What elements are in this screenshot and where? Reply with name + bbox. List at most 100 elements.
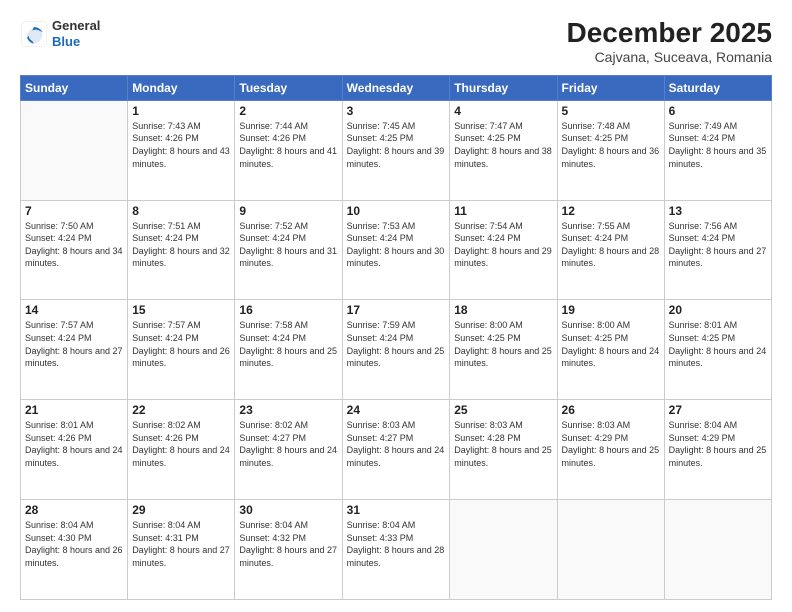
day-info-7: Sunrise: 7:50 AMSunset: 4:24 PMDaylight:… [25,220,123,270]
day-cell-3-3: 24 Sunrise: 8:03 AMSunset: 4:27 PMDayligh… [342,400,450,500]
day-number-22: 22 [132,403,230,417]
day-cell-2-5: 19 Sunrise: 8:00 AMSunset: 4:25 PMDayligh… [557,300,664,400]
week-row-2: 14 Sunrise: 7:57 AMSunset: 4:24 PMDayligh… [21,300,772,400]
day-info-20: Sunrise: 8:01 AMSunset: 4:25 PMDaylight:… [669,319,767,369]
day-cell-2-3: 17 Sunrise: 7:59 AMSunset: 4:24 PMDayligh… [342,300,450,400]
day-number-27: 27 [669,403,767,417]
day-info-19: Sunrise: 8:00 AMSunset: 4:25 PMDaylight:… [562,319,660,369]
day-number-25: 25 [454,403,552,417]
week-row-4: 28 Sunrise: 8:04 AMSunset: 4:30 PMDayligh… [21,500,772,600]
day-info-27: Sunrise: 8:04 AMSunset: 4:29 PMDaylight:… [669,419,767,469]
calendar-title: December 2025 [567,18,772,49]
day-cell-3-2: 23Sunrise: 8:02 AMSunset: 4:27 PMDayligh… [235,400,342,500]
week-row-0: 1 Sunrise: 7:43 AMSunset: 4:26 PMDaylight… [21,100,772,200]
day-cell-2-2: 16 Sunrise: 7:58 AMSunset: 4:24 PMDayligh… [235,300,342,400]
day-info-14: Sunrise: 7:57 AMSunset: 4:24 PMDaylight:… [25,319,123,369]
logo-icon [20,20,48,48]
day-cell-0-1: 1 Sunrise: 7:43 AMSunset: 4:26 PMDaylight… [128,100,235,200]
day-number-7: 7 [25,204,123,218]
week-row-1: 7 Sunrise: 7:50 AMSunset: 4:24 PMDaylight… [21,200,772,300]
day-cell-1-3: 10 Sunrise: 7:53 AMSunset: 4:24 PMDayligh… [342,200,450,300]
day-info-23: Sunrise: 8:02 AMSunset: 4:27 PMDaylight:… [239,419,337,469]
day-cell-1-5: 12Sunrise: 7:55 AMSunset: 4:24 PMDayligh… [557,200,664,300]
day-number-30: 30 [239,503,337,517]
header-friday: Friday [557,75,664,100]
day-info-28: Sunrise: 8:04 AMSunset: 4:30 PMDaylight:… [25,519,123,569]
day-number-26: 26 [562,403,660,417]
title-block: December 2025 Cajvana, Suceava, Romania [567,18,772,65]
day-number-17: 17 [347,303,446,317]
day-number-3: 3 [347,104,446,118]
day-info-21: Sunrise: 8:01 AMSunset: 4:26 PMDaylight:… [25,419,123,469]
page: General Blue December 2025 Cajvana, Suce… [0,0,792,612]
day-number-4: 4 [454,104,552,118]
day-number-13: 13 [669,204,767,218]
day-number-10: 10 [347,204,446,218]
header-monday: Monday [128,75,235,100]
day-info-17: Sunrise: 7:59 AMSunset: 4:24 PMDaylight:… [347,319,446,369]
day-info-26: Sunrise: 8:03 AMSunset: 4:29 PMDaylight:… [562,419,660,469]
day-info-25: Sunrise: 8:03 AMSunset: 4:28 PMDaylight:… [454,419,552,469]
day-cell-3-5: 26 Sunrise: 8:03 AMSunset: 4:29 PMDayligh… [557,400,664,500]
calendar-table: Sunday Monday Tuesday Wednesday Thursday… [20,75,772,600]
day-cell-0-2: 2Sunrise: 7:44 AMSunset: 4:26 PMDaylight… [235,100,342,200]
day-number-1: 1 [132,104,230,118]
day-number-6: 6 [669,104,767,118]
weekday-header-row: Sunday Monday Tuesday Wednesday Thursday… [21,75,772,100]
day-cell-3-1: 22 Sunrise: 8:02 AMSunset: 4:26 PMDayligh… [128,400,235,500]
day-number-9: 9 [239,204,337,218]
day-number-14: 14 [25,303,123,317]
day-cell-0-6: 6 Sunrise: 7:49 AMSunset: 4:24 PMDaylight… [664,100,771,200]
day-info-29: Sunrise: 8:04 AMSunset: 4:31 PMDaylight:… [132,519,230,569]
day-cell-0-3: 3 Sunrise: 7:45 AMSunset: 4:25 PMDaylight… [342,100,450,200]
day-info-5: Sunrise: 7:48 AMSunset: 4:25 PMDaylight:… [562,120,660,170]
day-cell-2-1: 15 Sunrise: 7:57 AMSunset: 4:24 PMDayligh… [128,300,235,400]
day-cell-1-4: 11Sunrise: 7:54 AMSunset: 4:24 PMDayligh… [450,200,557,300]
day-number-24: 24 [347,403,446,417]
day-number-16: 16 [239,303,337,317]
day-info-10: Sunrise: 7:53 AMSunset: 4:24 PMDaylight:… [347,220,446,270]
day-info-24: Sunrise: 8:03 AMSunset: 4:27 PMDaylight:… [347,419,446,469]
day-info-3: Sunrise: 7:45 AMSunset: 4:25 PMDaylight:… [347,120,446,170]
day-info-6: Sunrise: 7:49 AMSunset: 4:24 PMDaylight:… [669,120,767,170]
day-info-8: Sunrise: 7:51 AMSunset: 4:24 PMDaylight:… [132,220,230,270]
day-number-21: 21 [25,403,123,417]
day-cell-4-2: 30 Sunrise: 8:04 AMSunset: 4:32 PMDayligh… [235,500,342,600]
day-number-19: 19 [562,303,660,317]
day-info-30: Sunrise: 8:04 AMSunset: 4:32 PMDaylight:… [239,519,337,569]
day-info-4: Sunrise: 7:47 AMSunset: 4:25 PMDaylight:… [454,120,552,170]
day-info-22: Sunrise: 8:02 AMSunset: 4:26 PMDaylight:… [132,419,230,469]
day-number-12: 12 [562,204,660,218]
header-wednesday: Wednesday [342,75,450,100]
logo-general: General [52,18,100,34]
day-number-15: 15 [132,303,230,317]
day-number-20: 20 [669,303,767,317]
calendar-subtitle: Cajvana, Suceava, Romania [567,49,772,65]
day-info-1: Sunrise: 7:43 AMSunset: 4:26 PMDaylight:… [132,120,230,170]
logo-text: General Blue [52,18,100,49]
day-cell-4-1: 29 Sunrise: 8:04 AMSunset: 4:31 PMDayligh… [128,500,235,600]
day-cell-0-5: 5 Sunrise: 7:48 AMSunset: 4:25 PMDaylight… [557,100,664,200]
day-info-15: Sunrise: 7:57 AMSunset: 4:24 PMDaylight:… [132,319,230,369]
week-row-3: 21 Sunrise: 8:01 AMSunset: 4:26 PMDayligh… [21,400,772,500]
header-saturday: Saturday [664,75,771,100]
day-cell-0-0 [21,100,128,200]
day-cell-4-4 [450,500,557,600]
day-number-28: 28 [25,503,123,517]
day-cell-3-4: 25 Sunrise: 8:03 AMSunset: 4:28 PMDayligh… [450,400,557,500]
day-number-31: 31 [347,503,446,517]
day-cell-1-0: 7 Sunrise: 7:50 AMSunset: 4:24 PMDaylight… [21,200,128,300]
day-cell-3-0: 21 Sunrise: 8:01 AMSunset: 4:26 PMDayligh… [21,400,128,500]
day-cell-0-4: 4 Sunrise: 7:47 AMSunset: 4:25 PMDaylight… [450,100,557,200]
day-cell-1-6: 13 Sunrise: 7:56 AMSunset: 4:24 PMDayligh… [664,200,771,300]
logo-blue: Blue [52,34,100,50]
day-cell-2-6: 20 Sunrise: 8:01 AMSunset: 4:25 PMDayligh… [664,300,771,400]
day-number-2: 2 [239,104,337,118]
day-info-13: Sunrise: 7:56 AMSunset: 4:24 PMDaylight:… [669,220,767,270]
day-number-5: 5 [562,104,660,118]
day-cell-3-6: 27 Sunrise: 8:04 AMSunset: 4:29 PMDayligh… [664,400,771,500]
header-tuesday: Tuesday [235,75,342,100]
day-number-29: 29 [132,503,230,517]
day-cell-1-2: 9Sunrise: 7:52 AMSunset: 4:24 PMDaylight… [235,200,342,300]
day-info-16: Sunrise: 7:58 AMSunset: 4:24 PMDaylight:… [239,319,337,369]
